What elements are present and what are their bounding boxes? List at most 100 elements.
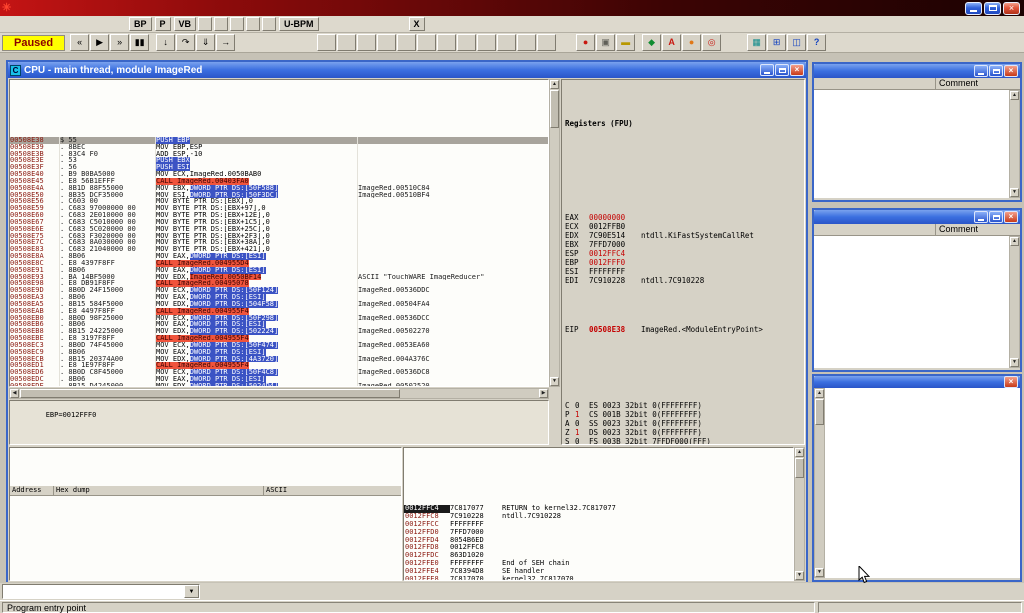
plugin-bp-button[interactable]: BP [129, 17, 152, 31]
window-shortcut-button[interactable] [517, 34, 536, 51]
comment-column-header[interactable]: Comment [936, 78, 1020, 89]
disassembly-row[interactable]: 00508EDE . 8B15 D4245000 MOV EDX,DWORD P… [10, 383, 548, 387]
scroll-left-icon[interactable]: ◀ [10, 389, 19, 398]
disassembly-row[interactable]: 00508E4A . 8B1D 88F55000 MOV EBX,DWORD P… [10, 185, 548, 192]
minimize-button[interactable] [974, 65, 988, 77]
disassembly-row[interactable]: 00508EC9 . 8B06 MOV EAX,DWORD PTR DS:[ES… [10, 349, 548, 356]
restore-button[interactable] [989, 65, 1003, 77]
menu-item[interactable] [0, 23, 14, 25]
appearance-icon[interactable]: A [662, 34, 681, 51]
disassembly-row[interactable]: 00508E3B . 83C4 F0 ADD ESP,-10 [10, 151, 548, 158]
menu-item[interactable] [28, 23, 42, 25]
disassembly-row[interactable]: 00508E98 . E8 DB91F8FF CALL ImageRed.004… [10, 280, 548, 287]
disassembly-row[interactable]: 00508E3E . 53 PUSH EBX [10, 157, 548, 164]
close-button[interactable]: × [1004, 65, 1018, 77]
eip-register-row[interactable]: EIP 00508E38 ImageRed.<ModuleEntryPoint> [565, 325, 804, 334]
flag-row[interactable]: P 1 CS 001B 32bit 0(FFFFFFFF) [565, 410, 804, 419]
disassembly-row[interactable]: 00508EAB . E8 4497F8FF CALL ImageRed.004… [10, 308, 548, 315]
highlight-icon[interactable]: ● [682, 34, 701, 51]
disassembly-vscrollbar[interactable]: ▲ ▼ [549, 79, 560, 387]
menu-item[interactable] [70, 23, 84, 25]
disassembly-row[interactable]: 00508E93 . BA 14BF5000 MOV EDX,ImageRed.… [10, 274, 548, 281]
register-row[interactable]: EDX 7C90E514 ntdll.KiFastSystemCallRet [565, 231, 804, 240]
stack-vscrollbar[interactable]: ▲ ▼ [794, 447, 805, 581]
disassembly-row[interactable]: 00508E39 . 8BEC MOV EBP,ESP [10, 144, 548, 151]
menu-plugin-icon[interactable] [230, 17, 244, 31]
command-combobox[interactable]: ▼ [2, 584, 200, 599]
disassembly-row[interactable]: 00508E3F . 56 PUSH ESI [10, 164, 548, 171]
menu-item[interactable] [112, 23, 126, 25]
disassembly-row[interactable]: 00508EDC . 8B06 MOV EAX,DWORD PTR DS:[ES… [10, 376, 548, 383]
chevron-down-icon[interactable]: ▼ [184, 585, 199, 598]
disassembly-hscrollbar[interactable]: ◀ ▶ [9, 388, 549, 399]
window-shortcut-button[interactable] [477, 34, 496, 51]
disassembly-row[interactable]: 00508ECB . 8B15 20374A00 MOV EDX,DWORD P… [10, 356, 548, 363]
window-shortcut-button[interactable] [537, 34, 556, 51]
flag-row[interactable]: A 0 SS 0023 32bit 0(FFFFFFFF) [565, 419, 804, 428]
close-button[interactable]: × [1004, 376, 1018, 388]
menu-item[interactable] [56, 23, 70, 25]
window-shortcut-button[interactable] [377, 34, 396, 51]
vscrollbar[interactable]: ▲ ▼ [1009, 236, 1020, 368]
scroll-thumb[interactable] [795, 458, 804, 478]
memory-map-icon[interactable]: ▦ [747, 34, 766, 51]
comment-column-header[interactable]: Comment [936, 224, 1020, 235]
menu-plugin-icon[interactable] [246, 17, 260, 31]
close-button[interactable]: × [1003, 2, 1020, 15]
disassembly-row[interactable]: 00508E67 . C683 C5010000 00 MOV BYTE PTR… [10, 219, 548, 226]
window-shortcut-button[interactable] [457, 34, 476, 51]
disassembly-row[interactable]: 00508E50 . 8B35 DCF35000 MOV ESI,DWORD P… [10, 192, 548, 199]
minimize-button[interactable] [974, 211, 988, 223]
disassembly-row[interactable]: 00508ED1 . E8 1E97F8FF CALL ImageRed.004… [10, 362, 548, 369]
scroll-up-icon[interactable]: ▲ [1010, 237, 1019, 246]
menu-item[interactable] [42, 23, 56, 25]
flag-row[interactable]: S 0 FS 003B 32bit 7FFDF000(FFF) [565, 437, 804, 445]
vscrollbar[interactable]: ▲ ▼ [814, 388, 825, 578]
restart-icon[interactable]: « [70, 34, 89, 51]
scroll-right-icon[interactable]: ▶ [539, 389, 548, 398]
scroll-down-icon[interactable]: ▼ [1010, 188, 1019, 197]
disassembly-row[interactable]: 00508E38 $ 55 PUSH EBP [10, 137, 548, 144]
side-window-3-titlebar[interactable]: × [814, 376, 1020, 388]
menu-plugin-icon[interactable] [214, 17, 228, 31]
disassembly-row[interactable]: 00508EC3 . 8B0D 74F45000 MOV ECX,DWORD P… [10, 342, 548, 349]
disassembly-row[interactable]: 00508E83 . C683 21040000 00 MOV BYTE PTR… [10, 246, 548, 253]
plugin-vb-button[interactable]: VB [174, 17, 197, 31]
disassembly-row[interactable]: 00508EA3 . 8B06 MOV EAX,DWORD PTR DS:[ES… [10, 294, 548, 301]
window-shortcut-button[interactable] [357, 34, 376, 51]
disassembly-row[interactable]: 00508ED6 . 8B0D C8F45000 MOV ECX,DWORD P… [10, 369, 548, 376]
close-button[interactable]: × [1004, 211, 1018, 223]
step-over-icon[interactable]: ↷ [176, 34, 195, 51]
register-row[interactable]: EBX 7FFD7000 [565, 240, 804, 249]
run-icon[interactable]: ▶ [90, 34, 109, 51]
disassembly-row[interactable]: 00508E75 . C683 F3020000 00 MOV BYTE PTR… [10, 233, 548, 240]
window-shortcut-button[interactable] [317, 34, 336, 51]
window-shortcut-button[interactable] [437, 34, 456, 51]
scroll-thumb[interactable] [550, 90, 559, 128]
disassembly-row[interactable]: 00508EB0 . 8B0D 98F25000 MOV ECX,DWORD P… [10, 315, 548, 322]
cpu-minimize-button[interactable] [760, 64, 774, 76]
scroll-up-icon[interactable]: ▲ [795, 448, 804, 457]
window-shortcut-button[interactable] [397, 34, 416, 51]
plugin-close-button[interactable]: X [409, 17, 425, 31]
cpu-window-titlebar[interactable]: C CPU - main thread, module ImageRed × [8, 62, 806, 78]
comment-window-2-titlebar[interactable]: × [814, 210, 1020, 224]
register-row[interactable]: ESP 0012FFC4 [565, 249, 804, 258]
cascade-windows-icon[interactable]: ◫ [787, 34, 806, 51]
register-row[interactable]: EDI 7C910228 ntdll.7C910228 [565, 276, 804, 285]
menu-plugin-icon[interactable] [198, 17, 212, 31]
scroll-down-icon[interactable]: ▼ [550, 377, 559, 386]
target-icon[interactable]: ◎ [702, 34, 721, 51]
scroll-thumb[interactable] [815, 399, 824, 425]
register-row[interactable]: ECX 0012FFB0 [565, 222, 804, 231]
scroll-down-icon[interactable]: ▼ [1010, 358, 1019, 367]
disassembly-row[interactable]: 00508E7C . C683 8A030000 00 MOV BYTE PTR… [10, 239, 548, 246]
scroll-up-icon[interactable]: ▲ [550, 80, 559, 89]
menu-plugin-icon[interactable] [262, 17, 276, 31]
disassembly-row[interactable]: 00508E45 . E8 56B1EFFF CALL ImageRed.004… [10, 178, 548, 185]
window-shortcut-button[interactable] [337, 34, 356, 51]
options-icon[interactable]: ◆ [642, 34, 661, 51]
help-icon[interactable]: ? [807, 34, 826, 51]
menu-item[interactable] [98, 23, 112, 25]
comment-window-1-titlebar[interactable]: × [814, 64, 1020, 78]
